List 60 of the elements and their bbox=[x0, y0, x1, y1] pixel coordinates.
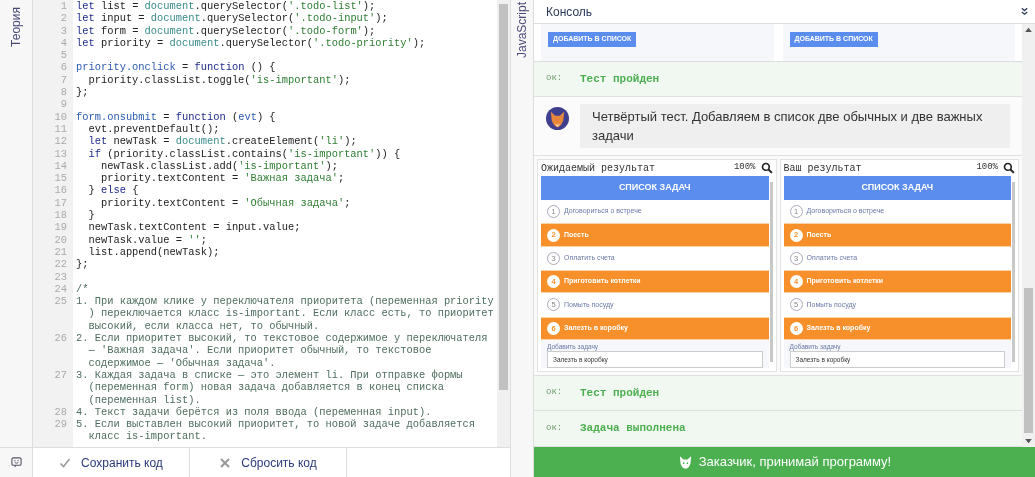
cat-icon bbox=[677, 454, 693, 470]
ok-prefix: ок: bbox=[546, 72, 564, 86]
code-line: newTask.textContent = input.value; bbox=[87, 221, 301, 234]
feedback-icon[interactable] bbox=[10, 457, 22, 468]
list-header: СПИСОК ЗАДАЧ bbox=[541, 176, 769, 201]
panel-title: Ваш результат bbox=[783, 161, 862, 176]
scroll-down-icon[interactable] bbox=[1025, 439, 1032, 444]
code-line: newTask.value = ''; bbox=[87, 233, 207, 246]
close-icon bbox=[219, 456, 232, 469]
cat-avatar bbox=[546, 107, 569, 131]
code-line: let input = document.querySelector('.todo-input'); bbox=[75, 12, 388, 25]
code-line: 1. При каждом клике у переключателя приоритета (переменная priority ) переключается класс is-important. Если класс есть, то приоритет высокий, если класса нет, то обычный. bbox=[75, 295, 495, 332]
code-line: 5. Если выставлен высокий приоритет, то новой задаче добавляется класс is-important. bbox=[75, 418, 477, 443]
test-status: Задача выполнена bbox=[580, 421, 686, 437]
code-line: if (priority.classList.contains('is-important')) { bbox=[87, 147, 401, 160]
editor-scrollbar[interactable] bbox=[497, 0, 510, 447]
code-line: 3. Каждая задача в списке — это элемент li. При отправке формы (переменная form) новая задача добавляется в конец списка (переменная list). bbox=[75, 368, 464, 406]
save-button[interactable]: Сохранить код bbox=[33, 448, 190, 477]
code-line: priority.classList.toggle('is-important'); bbox=[87, 73, 351, 87]
code-line: } else { bbox=[87, 184, 139, 197]
javascript-tab[interactable]: JavaScript bbox=[514, 4, 530, 56]
code-line: let priority = document.querySelector('.todo-priority'); bbox=[75, 36, 426, 50]
scroll-up-icon[interactable] bbox=[1025, 27, 1032, 32]
code-line: }; bbox=[75, 86, 89, 99]
list-scrollbar[interactable] bbox=[769, 182, 773, 362]
zoom-level: 100% bbox=[976, 161, 998, 175]
list-header: СПИСОК ЗАДАЧ bbox=[783, 176, 1011, 201]
code-line: 4. Текст задачи берётся из поля ввода (переменная input). bbox=[75, 405, 433, 418]
search-icon[interactable] bbox=[760, 162, 773, 175]
code-line: priority.onclick = function () { bbox=[75, 61, 276, 74]
code-line: newTask.classList.add('is-important'); bbox=[99, 159, 338, 173]
chat-message: Четвёртый тест. Добавляем в список две обычных и две важных задачи bbox=[580, 104, 1010, 149]
console-scrollbar[interactable] bbox=[1022, 24, 1035, 447]
code-line: form.onsubmit = function (evt) { bbox=[75, 110, 276, 123]
code-line: }; bbox=[75, 258, 89, 271]
code-line: list.append(newTask); bbox=[87, 245, 220, 259]
test-status: Тест пройден bbox=[580, 385, 660, 401]
code-line: priority.textContent = 'Важная задача'; bbox=[99, 172, 345, 185]
scrollbar-thumb[interactable] bbox=[499, 4, 508, 390]
reset-button[interactable]: Сбросить код bbox=[190, 448, 347, 477]
code-line: 2. Если приоритет высокий, то текстовое содержимое у переключателя — 'Важная задача'. Если приоритет обычный, то текстовое содержимое — 'Обычная задача'. bbox=[75, 332, 489, 369]
code-line: evt.preventDefault(); bbox=[87, 122, 220, 136]
console-title: Консоль bbox=[546, 3, 593, 21]
code-line: let form = document.querySelector('.todo-form'); bbox=[75, 24, 376, 37]
ok-prefix: ок: bbox=[546, 421, 564, 435]
code-line: let list = document.querySelector('.todo-list'); bbox=[75, 0, 376, 13]
code-line: let newTask = document.createElement('li'); bbox=[87, 135, 357, 148]
check-icon bbox=[59, 456, 72, 469]
code-line: } bbox=[87, 209, 95, 222]
code-line: priority.textContent = 'Обычная задача'; bbox=[99, 196, 351, 210]
zoom-level: 100% bbox=[733, 161, 756, 175]
scrollbar-thumb[interactable] bbox=[1024, 288, 1033, 433]
panel-title: Ожидаемый результат bbox=[541, 161, 656, 176]
test-status: Тест пройден bbox=[580, 71, 660, 87]
search-icon[interactable] bbox=[1003, 162, 1015, 175]
theory-tab[interactable]: Теория bbox=[8, 4, 24, 50]
list-scrollbar[interactable] bbox=[1012, 182, 1015, 362]
ok-prefix: ок: bbox=[546, 386, 564, 400]
collapse-icon[interactable] bbox=[1020, 7, 1029, 16]
code-line: /* bbox=[75, 282, 90, 296]
